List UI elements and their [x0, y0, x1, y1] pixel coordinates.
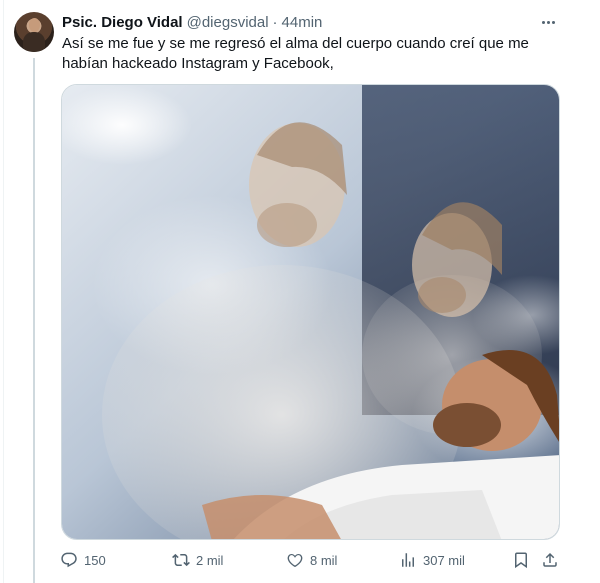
retweet-count: 2 mil — [196, 552, 224, 568]
retweet-icon — [172, 553, 190, 567]
tweet-image[interactable] — [61, 84, 560, 540]
like-icon — [287, 553, 303, 568]
avatar[interactable] — [14, 12, 54, 52]
share-button[interactable] — [541, 548, 559, 572]
like-button[interactable]: 8 mil — [286, 548, 337, 572]
bookmark-button[interactable] — [512, 548, 530, 572]
timeline-border — [0, 0, 4, 583]
thread-line — [33, 58, 35, 583]
avatar-face — [29, 18, 40, 32]
views-icon — [402, 553, 414, 567]
retweet-button[interactable]: 2 mil — [172, 548, 223, 572]
action-bar: 150 2 mil 8 mil 307 mil — [60, 548, 560, 572]
avatar-body — [23, 32, 45, 52]
reply-button[interactable]: 150 — [60, 548, 106, 572]
views-button[interactable]: 307 mil — [399, 548, 465, 572]
author-handle[interactable]: @diegsvidal — [187, 14, 269, 31]
share-icon — [543, 552, 557, 567]
like-count: 8 mil — [310, 552, 338, 568]
tweet-text: Así se me fue y se me regresó el alma de… — [62, 34, 562, 74]
bookmark-icon — [515, 552, 527, 569]
author-name[interactable]: Psic. Diego Vidal — [62, 14, 183, 31]
tweet-time[interactable]: 44min — [282, 14, 323, 31]
more-icon[interactable] — [538, 14, 558, 30]
separator: · — [272, 13, 278, 31]
tweet-text-line: Así se me fue y se me regresó el alma de… — [62, 35, 529, 52]
tweet-text-line: habían hackeado Instagram y Facebook, — [62, 55, 334, 72]
reply-count: 150 — [84, 552, 106, 568]
reply-icon — [61, 552, 77, 568]
meme-image — [62, 85, 559, 539]
views-count: 307 mil — [423, 552, 465, 568]
tweet-header: Psic. Diego Vidal @diegsvidal · 44min — [62, 12, 322, 32]
tweet-card[interactable]: Psic. Diego Vidal @diegsvidal · 44min As… — [0, 0, 600, 583]
